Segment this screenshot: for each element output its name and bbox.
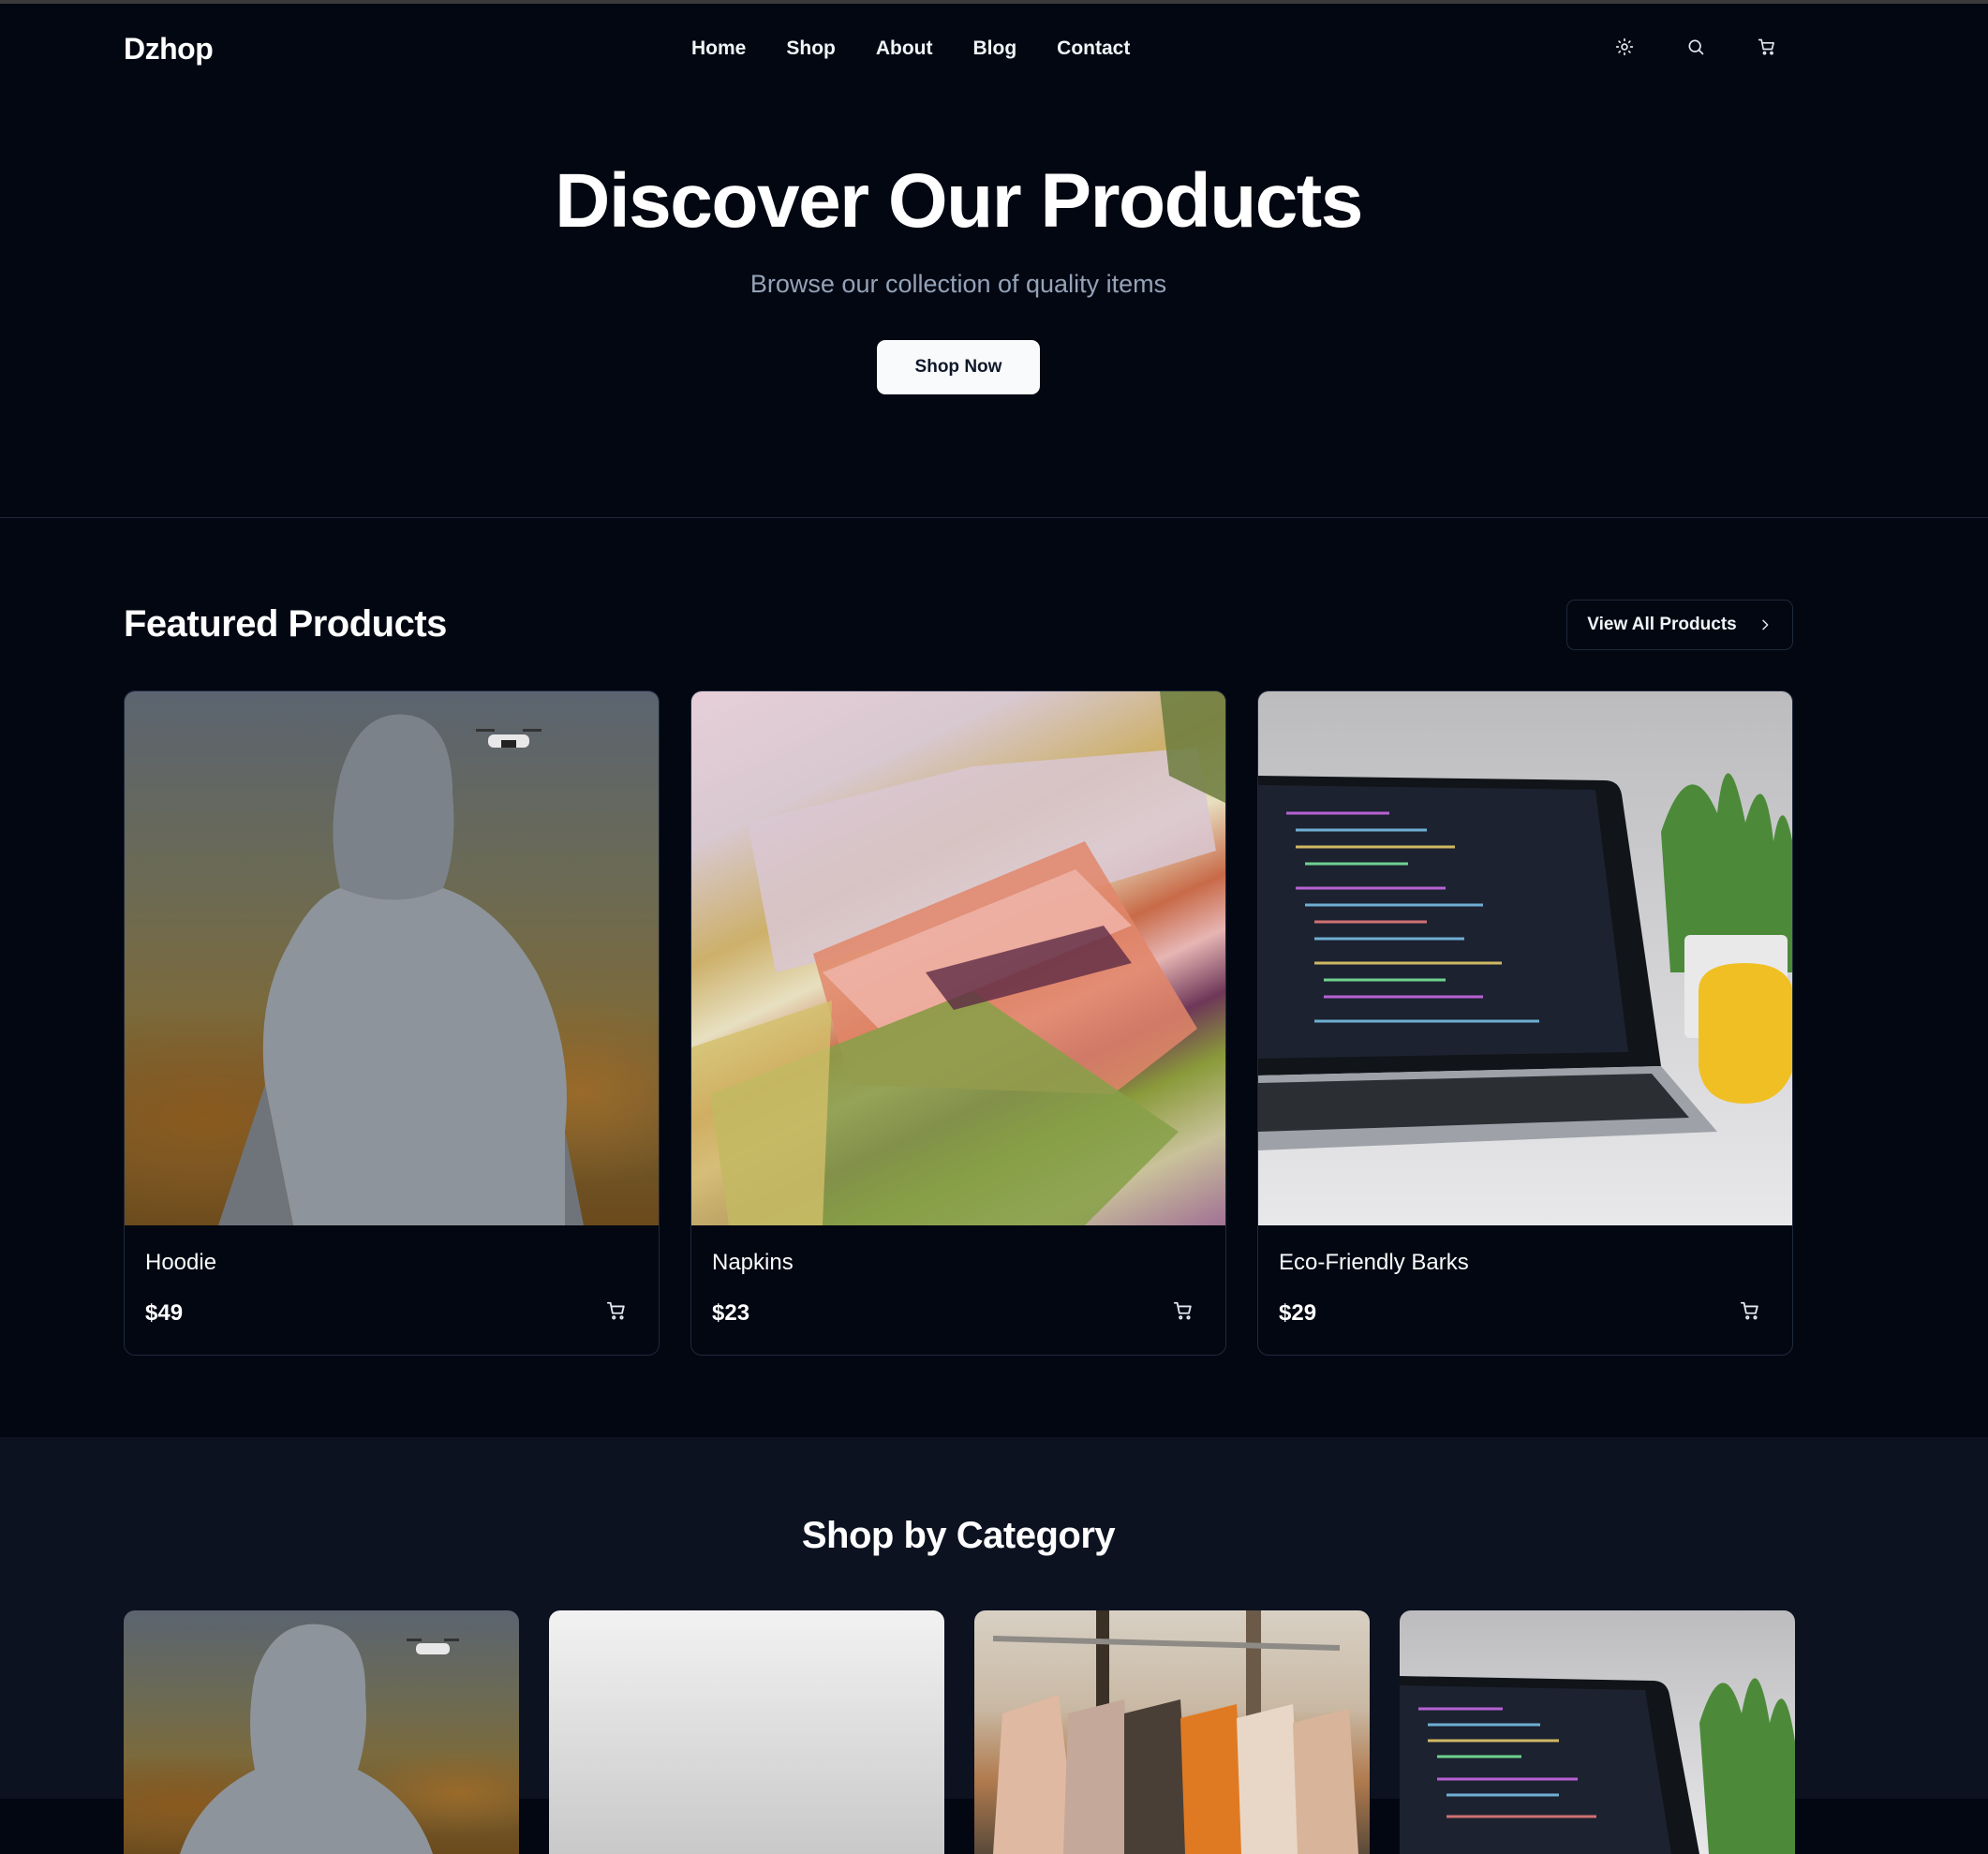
hero-subtitle: Browse our collection of quality items [749,270,1167,298]
featured-products-section: Featured Products View All Products Hood… [0,519,1988,1437]
product-price: $23 [712,1300,750,1326]
featured-title: Featured Products [124,603,447,645]
product-name[interactable]: Eco-Friendly Barks [1279,1250,1469,1276]
search-button[interactable] [1684,36,1707,58]
chevron-right-icon [1761,619,1769,630]
product-card[interactable]: Eco-Friendly Barks $29 [1257,690,1793,1356]
nav-contact[interactable]: Contact [1057,37,1130,60]
view-all-label: View All Products [1587,615,1737,634]
product-image-hoodie[interactable] [125,691,659,1225]
site-header: Dzhop Home Shop About Blog Contact [0,4,1988,94]
theme-toggle-button[interactable] [1613,36,1636,58]
add-to-cart-button[interactable] [1173,1300,1195,1323]
nav-about[interactable]: About [876,37,933,60]
category-title: Shop by Category [801,1515,1116,1556]
product-image-eco-friendly-barks[interactable] [1258,691,1792,1225]
product-price: $29 [1279,1300,1317,1326]
hero-title: Discover Our Products [555,158,1363,244]
product-name[interactable]: Hoodie [145,1250,216,1276]
category-card[interactable] [124,1610,519,1854]
product-card[interactable]: Hoodie $49 [124,690,660,1356]
nav-home[interactable]: Home [691,37,746,60]
view-all-products-button[interactable]: View All Products [1566,600,1793,650]
logo[interactable]: Dzhop [124,32,214,67]
header-actions [1613,36,1778,58]
cart-icon [1740,1301,1758,1320]
category-card[interactable] [1400,1610,1795,1854]
cart-button[interactable] [1756,36,1778,58]
shop-now-button[interactable]: Shop Now [877,340,1040,394]
nav-blog[interactable]: Blog [973,37,1017,60]
product-image-napkins[interactable] [691,691,1225,1225]
shop-by-category-section: Shop by Category [0,1437,1988,1854]
nav-shop[interactable]: Shop [786,37,836,60]
cart-icon [1173,1301,1192,1320]
cart-icon [606,1301,625,1320]
search-icon [1688,39,1704,55]
product-price: $49 [145,1300,184,1326]
product-name[interactable]: Napkins [712,1250,794,1276]
category-grid [124,1610,1795,1854]
category-card[interactable] [974,1610,1370,1854]
add-to-cart-button[interactable] [1740,1300,1762,1323]
product-card[interactable]: Napkins $23 [690,690,1226,1356]
add-to-cart-button[interactable] [606,1300,629,1323]
cart-icon [1758,38,1774,55]
hero-section: Discover Our Products Browse our collect… [0,94,1988,518]
sun-icon [1615,37,1634,56]
category-card[interactable] [549,1610,944,1854]
main-nav: Home Shop About Blog Contact [691,37,1130,60]
product-grid: Hoodie $49 Napkins $23 Eco-Friendly Bark… [124,690,1793,1356]
